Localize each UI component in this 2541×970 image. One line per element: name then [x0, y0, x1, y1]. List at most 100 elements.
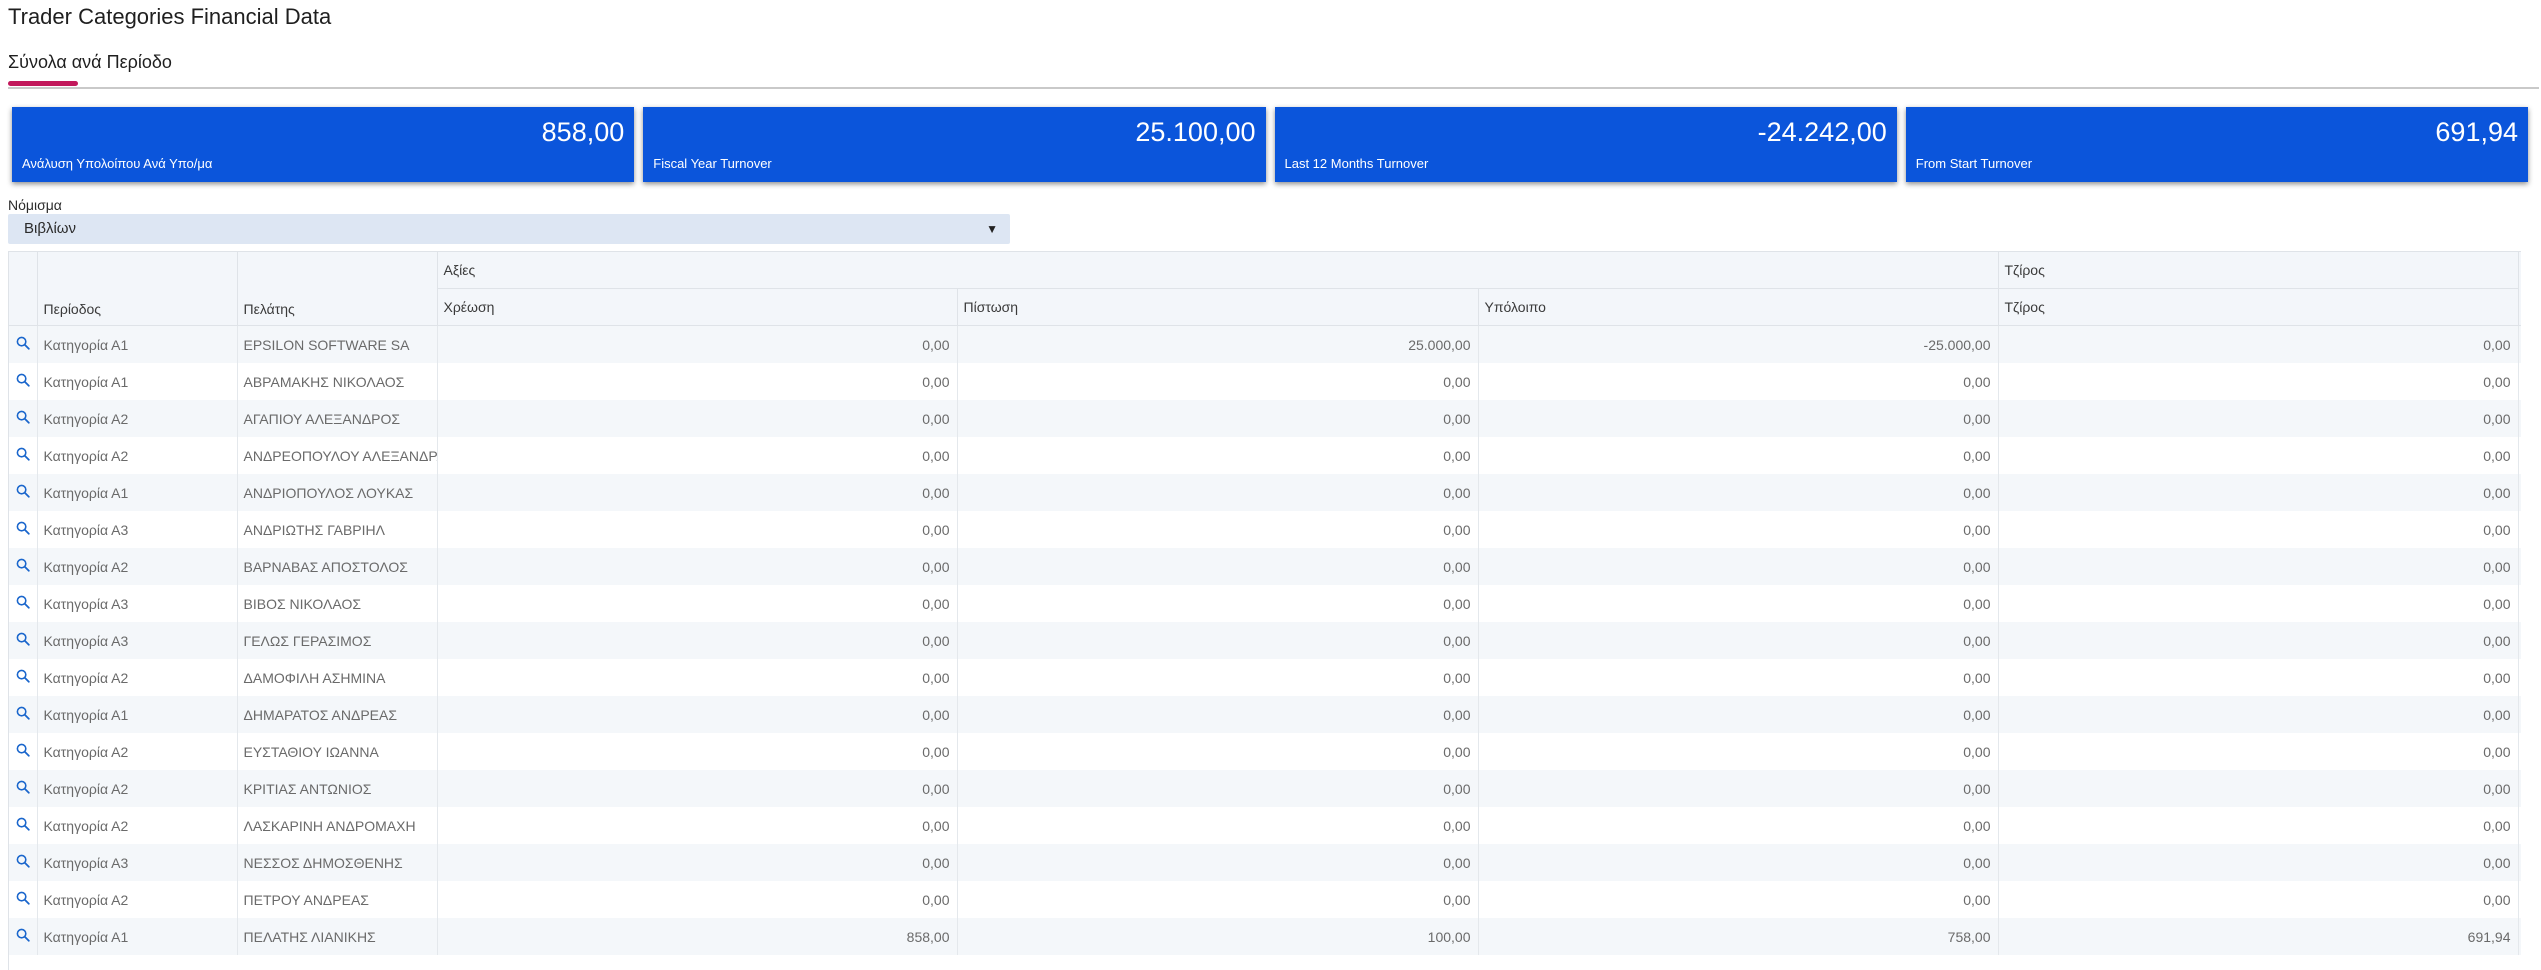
search-icon[interactable] [16, 817, 30, 831]
row-scroll-gutter [2518, 511, 2521, 548]
row-scroll-gutter [2518, 363, 2521, 400]
table-row[interactable]: Κατηγορία Α1 ΔΗΜΑΡΑΤΟΣ ΑΝΔΡΕΑΣ 0,00 0,00 0,0… [9, 696, 2521, 733]
table-row[interactable]: Κατηγορία Α2 ΠΕΤΡΟΥ ΑΝΔΡΕΑΣ 0,00 0,00 0,00 0,… [9, 881, 2521, 918]
table-row[interactable]: Κατηγορία Α2 ΑΓΑΠΙΟΥ ΑΛΕΞΑΝΔΡΟΣ 0,00 0,00 0,… [9, 400, 2521, 437]
row-action-cell[interactable] [9, 585, 38, 622]
cell-turnover: 0,00 [1998, 474, 2519, 511]
cell-balance: 0,00 [1478, 622, 1999, 659]
table-body: Κατηγορία Α1 EPSILON SOFTWARE SA 0,00 25.00… [9, 325, 2521, 955]
cell-turnover: 0,00 [1998, 548, 2519, 585]
cell-debit: 0,00 [437, 363, 958, 400]
cell-debit: 0,00 [437, 659, 958, 696]
row-action-cell[interactable] [9, 363, 38, 400]
table-row[interactable]: Κατηγορία Α2 ΒΑΡΝΑΒΑΣ ΑΠΟΣΤΟΛΟΣ 0,00 0,00 0,… [9, 548, 2521, 585]
row-action-cell[interactable] [9, 548, 38, 585]
cell-customer: ΠΕΛΑΤΗΣ ΛΙΑΝΙΚΗΣ [237, 918, 438, 955]
column-header-balance[interactable]: Υπόλοιπο [1478, 288, 1999, 326]
column-header-credit[interactable]: Πίστωση [957, 288, 1479, 326]
cell-credit: 0,00 [957, 363, 1479, 400]
cell-credit: 0,00 [957, 437, 1479, 474]
search-icon[interactable] [16, 743, 30, 757]
data-grid: Περίοδος Πελάτης Αξίες Τζίρος Χρέωση Πίσ… [8, 251, 2521, 970]
cell-debit: 0,00 [437, 622, 958, 659]
row-action-cell[interactable] [9, 733, 38, 770]
row-action-cell[interactable] [9, 807, 38, 844]
table-row[interactable]: Κατηγορία Α3 ΒΙΒΟΣ ΝΙΚΟΛΑΟΣ 0,00 0,00 0,00 0,… [9, 585, 2521, 622]
row-action-cell[interactable] [9, 918, 38, 955]
row-action-cell[interactable] [9, 881, 38, 918]
cell-debit: 0,00 [437, 511, 958, 548]
row-action-cell[interactable] [9, 400, 38, 437]
row-scroll-gutter [2518, 733, 2521, 770]
search-icon[interactable] [16, 706, 30, 720]
table-row[interactable]: Κατηγορία Α3 ΝΕΣΣΟΣ ΔΗΜΟΣΘΕΝΗΣ 0,00 0,00 0,0… [9, 844, 2521, 881]
summary-card-balance-analysis[interactable]: 858,00 Ανάλυση Υπολοίπου Ανά Υπο/μα [12, 107, 635, 182]
cell-turnover: 0,00 [1998, 363, 2519, 400]
cell-customer: ΚΡΙΤΙΑΣ ΑΝΤΩΝΙΟΣ [237, 770, 438, 807]
tab-period-totals[interactable]: Σύνολα ανά Περίοδο [8, 52, 172, 73]
cell-credit: 0,00 [957, 511, 1479, 548]
row-scroll-gutter [2518, 696, 2521, 733]
row-action-cell[interactable] [9, 437, 38, 474]
row-scroll-gutter [2518, 918, 2521, 955]
search-icon[interactable] [16, 484, 30, 498]
row-action-cell[interactable] [9, 474, 38, 511]
summary-card-fiscal-year-turnover[interactable]: 25.100,00 Fiscal Year Turnover [643, 107, 1266, 182]
column-header-debit[interactable]: Χρέωση [437, 288, 958, 326]
table-row[interactable]: Κατηγορία Α1 ΑΝΔΡΙΟΠΟΥΛΟΣ ΛΟΥΚΑΣ 0,00 0,00 0… [9, 474, 2521, 511]
table-row[interactable]: Κατηγορία Α2 ΚΡΙΤΙΑΣ ΑΝΤΩΝΙΟΣ 0,00 0,00 0,00… [9, 770, 2521, 807]
row-action-cell[interactable] [9, 325, 38, 363]
currency-select-value: Βιβλίων [24, 220, 77, 237]
row-action-cell[interactable] [9, 844, 38, 881]
cell-customer: ΑΝΔΡΙΩΤΗΣ ΓΑΒΡΙΗΛ [237, 511, 438, 548]
search-icon[interactable] [16, 632, 30, 646]
search-icon[interactable] [16, 595, 30, 609]
search-icon[interactable] [16, 521, 30, 535]
summary-card-last-12-months-turnover[interactable]: -24.242,00 Last 12 Months Turnover [1274, 107, 1897, 182]
cell-debit: 0,00 [437, 696, 958, 733]
cell-credit: 0,00 [957, 474, 1479, 511]
search-icon[interactable] [16, 336, 30, 350]
table-row[interactable]: Κατηγορία Α2 ΑΝΔΡΕΟΠΟΥΛΟΥ ΑΛΕΞΑΝΔΡΑ 0,00 0,… [9, 437, 2521, 474]
search-icon[interactable] [16, 410, 30, 424]
search-icon[interactable] [16, 891, 30, 905]
table-row[interactable]: Κατηγορία Α2 ΕΥΣΤΑΘΙΟΥ ΙΩΑΝΝΑ 0,00 0,00 0,00… [9, 733, 2521, 770]
cell-customer: ΔΗΜΑΡΑΤΟΣ ΑΝΔΡΕΑΣ [237, 696, 438, 733]
search-icon[interactable] [16, 928, 30, 942]
cell-debit: 0,00 [437, 585, 958, 622]
search-icon[interactable] [16, 373, 30, 387]
column-header-customer[interactable]: Πελάτης [237, 252, 438, 326]
cell-period: Κατηγορία Α2 [37, 400, 238, 437]
table-row[interactable]: Κατηγορία Α1 EPSILON SOFTWARE SA 0,00 25.00… [9, 325, 2521, 363]
summary-card-from-start-turnover[interactable]: 691,94 From Start Turnover [1905, 107, 2528, 182]
cell-period: Κατηγορία Α1 [37, 918, 238, 955]
search-icon[interactable] [16, 558, 30, 572]
cell-debit: 0,00 [437, 770, 958, 807]
row-action-cell[interactable] [9, 696, 38, 733]
search-icon[interactable] [16, 669, 30, 683]
table-row[interactable]: Κατηγορία Α3 ΑΝΔΡΙΩΤΗΣ ΓΑΒΡΙΗΛ 0,00 0,00 0,0… [9, 511, 2521, 548]
column-header-period[interactable]: Περίοδος [37, 252, 238, 326]
cell-balance: 0,00 [1478, 548, 1999, 585]
cell-balance: 0,00 [1478, 474, 1999, 511]
table-row[interactable]: Κατηγορία Α1 ΑΒΡΑΜΑΚΗΣ ΝΙΚΟΛΑΟΣ 0,00 0,00 0,… [9, 363, 2521, 400]
column-header-turnover[interactable]: Τζίρος [1998, 288, 2519, 326]
row-action-cell[interactable] [9, 659, 38, 696]
currency-select[interactable]: Βιβλίων ▼ [8, 214, 1010, 244]
row-action-cell[interactable] [9, 511, 38, 548]
cell-credit: 0,00 [957, 548, 1479, 585]
search-icon[interactable] [16, 447, 30, 461]
table-row[interactable]: Κατηγορία Α3 ΓΕΛΩΣ ΓΕΡΑΣΙΜΟΣ 0,00 0,00 0,00 0… [9, 622, 2521, 659]
row-action-cell[interactable] [9, 770, 38, 807]
search-icon[interactable] [16, 780, 30, 794]
row-scroll-gutter [2518, 585, 2521, 622]
search-icon[interactable] [16, 854, 30, 868]
table-row[interactable]: Κατηγορία Α1 ΠΕΛΑΤΗΣ ΛΙΑΝΙΚΗΣ 858,00 100,00… [9, 918, 2521, 955]
cell-customer: ΕΥΣΤΑΘΙΟΥ ΙΩΑΝΝΑ [237, 733, 438, 770]
cell-balance: 0,00 [1478, 696, 1999, 733]
cell-turnover: 0,00 [1998, 807, 2519, 844]
table-row[interactable]: Κατηγορία Α2 ΔΑΜΟΦΙΛΗ ΑΣΗΜΙΝΑ 0,00 0,00 0,00… [9, 659, 2521, 696]
cell-customer: ΓΕΛΩΣ ΓΕΡΑΣΙΜΟΣ [237, 622, 438, 659]
table-row[interactable]: Κατηγορία Α2 ΛΑΣΚΑΡΙΝΗ ΑΝΔΡΟΜΑΧΗ 0,00 0,00 0… [9, 807, 2521, 844]
row-action-cell[interactable] [9, 622, 38, 659]
